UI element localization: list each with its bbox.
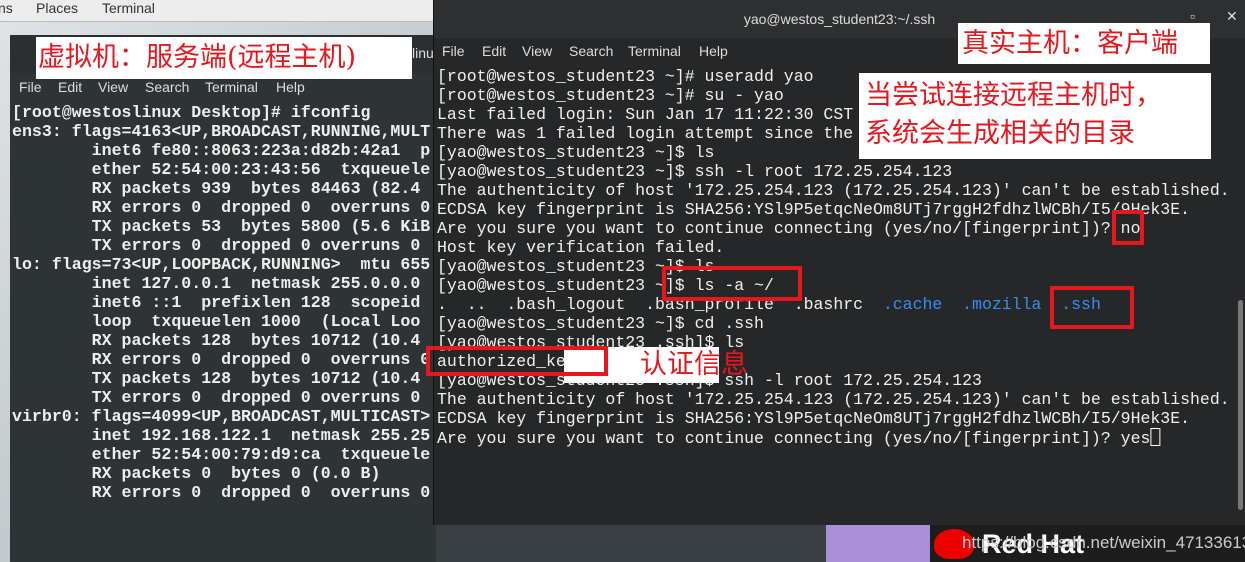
desktop-background	[826, 525, 930, 562]
menu-edit[interactable]: Edit	[58, 79, 82, 95]
terminal-line: ECDSA key fingerprint is SHA256:YSl9P5et…	[437, 409, 1191, 428]
terminal-line: Are you sure you want to continue connec…	[437, 219, 1141, 238]
menu-edit[interactable]: Edit	[482, 43, 506, 59]
client-annotation: 真实主机：客户端	[958, 23, 1210, 64]
menu-terminal[interactable]: Terminal	[205, 79, 258, 95]
watermark-url: https://blog.csdn.net/weixin_47133613	[962, 533, 1245, 552]
terminal-menu[interactable]: Terminal	[102, 0, 155, 16]
menu-search[interactable]: Search	[145, 79, 189, 95]
highlight-ssh-dir	[1050, 286, 1134, 329]
terminal-line: Are you sure you want to continue connec…	[437, 428, 1230, 448]
highlight-no	[1112, 210, 1144, 245]
server-terminal-window[interactable]: linu File Edit View Search Terminal Help…	[10, 35, 520, 562]
cursor	[1150, 428, 1161, 446]
scrollbar[interactable]	[1238, 300, 1243, 510]
directory-entry: .cache	[882, 295, 943, 314]
highlight-authorized-keys	[426, 346, 608, 376]
server-annotation: 虚拟机：服务端(远程主机)	[36, 37, 412, 79]
terminal-line: [yao@westos_student23 ~]$ ls	[437, 257, 715, 276]
minimize-button[interactable]: _	[1149, 8, 1157, 24]
terminal-line: The authenticity of host '172.25.254.123…	[437, 181, 1230, 200]
menu-terminal[interactable]: Terminal	[628, 43, 681, 59]
menu-file[interactable]: File	[19, 79, 42, 95]
top-panel: ns Places Terminal	[0, 0, 440, 22]
menu-file[interactable]: File	[442, 43, 465, 59]
highlight-ls-a	[662, 266, 802, 301]
terminal-line: [yao@westos_student23 ~]$ ssh -l root 17…	[437, 162, 953, 181]
menu-view[interactable]: View	[98, 79, 128, 95]
close-button[interactable]: ✕	[1226, 8, 1238, 25]
terminal-line: The authenticity of host '172.25.254.123…	[437, 390, 1230, 409]
menu-help[interactable]: Help	[276, 79, 305, 95]
terminal-line: Host key verification failed.	[437, 238, 725, 257]
menu-help[interactable]: Help	[699, 43, 728, 59]
directory-entry: .mozilla	[962, 295, 1042, 314]
explain-annotation: 当尝试连接远程主机时， 系统会生成相关的目录	[859, 73, 1211, 159]
places-menu[interactable]: Places	[36, 0, 78, 16]
redhat-watermark: Red Hat https://blog.csdn.net/weixin_471…	[930, 525, 1245, 562]
menu-view[interactable]: View	[522, 43, 552, 59]
menu-search[interactable]: Search	[569, 43, 613, 59]
terminal-line: ECDSA key fingerprint is SHA256:YSl9P5et…	[437, 200, 1191, 219]
maximize-icon[interactable]: ▫	[1190, 8, 1195, 24]
